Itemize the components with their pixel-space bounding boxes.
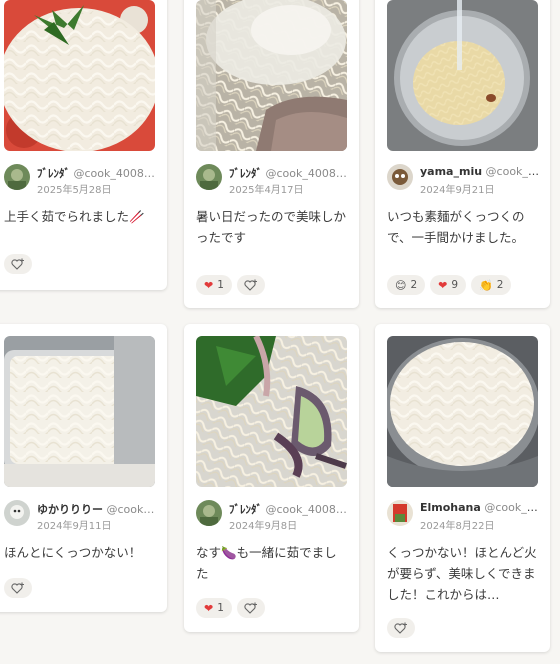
- reaction-bar: ❤ 1: [196, 598, 265, 618]
- user-handle: @cook_4…: [485, 165, 544, 178]
- dish-photo[interactable]: [387, 336, 538, 487]
- recipe-report-card[interactable]: ﾌﾞﾚﾝﾀﾞ @cook_4008… 2024年9月8日 なす🍆も一緒に茹でまし…: [184, 324, 359, 632]
- reaction-bar: [4, 578, 32, 598]
- user-name[interactable]: ﾌﾞﾚﾝﾀﾞ: [229, 503, 262, 516]
- recipe-report-card[interactable]: ﾌﾞﾚﾝﾀﾞ @cook_4008… 2025年5月28日 上手く茹でられました…: [0, 0, 167, 290]
- author-info[interactable]: ﾌﾞﾚﾝﾀﾞ @cook_4008… 2025年5月28日: [4, 164, 161, 196]
- add-reaction-icon: [394, 622, 407, 634]
- add-reaction-button[interactable]: [4, 578, 32, 598]
- avatar[interactable]: [387, 164, 413, 190]
- dish-photo[interactable]: [387, 0, 538, 151]
- author-info[interactable]: yama_miu @cook_4… 2024年9月21日: [387, 164, 544, 196]
- user-name[interactable]: yama_miu: [420, 165, 482, 178]
- add-reaction-icon: [11, 582, 24, 594]
- reaction-count: 2: [496, 279, 504, 291]
- dish-photo[interactable]: [4, 0, 155, 151]
- author-info[interactable]: ﾌﾞﾚﾝﾀﾞ @cook_4008… 2024年9月8日: [196, 500, 353, 532]
- post-date: 2025年4月17日: [229, 185, 304, 196]
- report-text: くっつかない！ほとんど火が要らず、美味しくできました！これからは…: [387, 545, 537, 602]
- post-date: 2024年8月22日: [420, 521, 495, 532]
- user-handle: @cook…: [106, 503, 155, 516]
- recipe-report-card[interactable]: yama_miu @cook_4… 2024年9月21日 いつも素麺がくっつくの…: [375, 0, 550, 308]
- user-name[interactable]: ﾌﾞﾚﾝﾀﾞ: [229, 167, 262, 180]
- post-date: 2024年9月21日: [420, 185, 495, 196]
- avatar[interactable]: [196, 500, 222, 526]
- dish-photo[interactable]: [196, 0, 347, 151]
- recipe-report-card[interactable]: ゆかりりりー @cook… 2024年9月11日 ほんとにくっつかない！: [0, 324, 167, 612]
- avatar[interactable]: [196, 164, 222, 190]
- author-info[interactable]: Elmohana @cook_4… 2024年8月22日: [387, 500, 544, 532]
- report-text: ほんとにくっつかない！: [4, 545, 142, 560]
- heart-reaction-button[interactable]: ❤ 1: [196, 598, 232, 618]
- reaction-bar: ❤ 1: [196, 275, 265, 295]
- report-text: 暑い日だったので美味しかったです: [196, 209, 347, 245]
- author-info[interactable]: ゆかりりりー @cook… 2024年9月11日: [4, 500, 161, 532]
- user-handle: @cook_4008…: [265, 167, 347, 180]
- user-name[interactable]: Elmohana: [420, 501, 481, 514]
- user-name[interactable]: ゆかりりりー: [37, 503, 103, 516]
- post-date: 2024年9月8日: [229, 521, 298, 532]
- smile-reaction-button[interactable]: 😊 2: [387, 275, 426, 295]
- avatar[interactable]: [387, 500, 413, 526]
- heart-reaction-button[interactable]: ❤ 1: [196, 275, 232, 295]
- post-date: 2025年5月28日: [37, 185, 112, 196]
- recipe-report-card[interactable]: Elmohana @cook_4… 2024年8月22日 くっつかない！ほとんど…: [375, 324, 550, 652]
- user-name[interactable]: ﾌﾞﾚﾝﾀﾞ: [37, 167, 70, 180]
- reaction-bar: 😊 2 ❤ 9 👏 2: [387, 275, 512, 295]
- author-info[interactable]: ﾌﾞﾚﾝﾀﾞ @cook_4008… 2025年4月17日: [196, 164, 353, 196]
- reaction-bar: [387, 618, 415, 638]
- add-reaction-button[interactable]: [236, 598, 265, 618]
- add-reaction-icon: [11, 258, 24, 270]
- report-text: いつも素麺がくっつくので、一手間かけました。: [387, 209, 525, 245]
- reaction-count: 1: [217, 602, 224, 614]
- heart-icon: ❤: [438, 278, 448, 292]
- heart-reaction-button[interactable]: ❤ 9: [430, 275, 467, 295]
- add-reaction-button[interactable]: [4, 254, 32, 274]
- user-handle: @cook_4008…: [73, 167, 155, 180]
- reaction-count: 2: [410, 279, 418, 291]
- dish-photo[interactable]: [4, 336, 155, 487]
- avatar[interactable]: [4, 500, 30, 526]
- avatar[interactable]: [4, 164, 30, 190]
- recipe-report-card[interactable]: ﾌﾞﾚﾝﾀﾞ @cook_4008… 2025年4月17日 暑い日だったので美味…: [184, 0, 359, 308]
- add-reaction-icon: [244, 602, 257, 614]
- post-date: 2024年9月11日: [37, 521, 112, 532]
- add-reaction-button[interactable]: [236, 275, 265, 295]
- smile-icon: 😊: [395, 278, 407, 292]
- user-handle: @cook_4008…: [265, 503, 347, 516]
- heart-icon: ❤: [204, 278, 214, 292]
- add-reaction-icon: [244, 279, 257, 291]
- add-reaction-button[interactable]: [387, 618, 415, 638]
- reaction-count: 1: [217, 279, 224, 291]
- dish-photo[interactable]: [196, 336, 347, 487]
- reaction-count: 9: [451, 279, 459, 291]
- report-text: なす🍆も一緒に茹でました: [196, 545, 337, 581]
- clap-icon: 👏: [479, 278, 493, 292]
- heart-icon: ❤: [204, 601, 214, 615]
- report-text: 上手く茹でられました🥢: [4, 209, 145, 224]
- user-handle: @cook_4…: [484, 501, 544, 514]
- clap-reaction-button[interactable]: 👏 2: [471, 275, 512, 295]
- reaction-bar: [4, 254, 32, 274]
